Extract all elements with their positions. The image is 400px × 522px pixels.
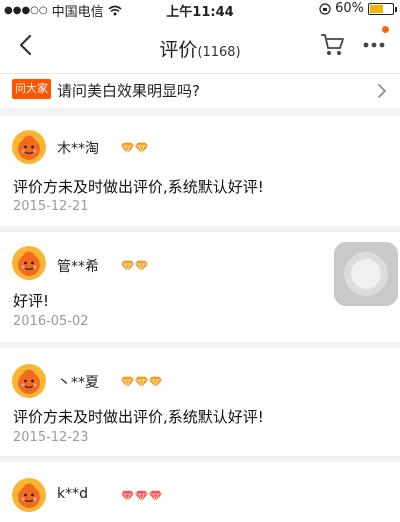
battery-fill [370, 4, 384, 13]
diamond-icon [135, 260, 148, 271]
review-item[interactable]: 木**淘评价方未及时做出评价,系统默认好评! 2015-12-21 [0, 116, 400, 226]
avatar[interactable] [12, 246, 46, 280]
review-item[interactable]: 丶**夏评价方未及时做出评价,系统默认好评! 2015-12-23 [0, 348, 400, 456]
reviewer-level-badges [121, 260, 148, 271]
avatar[interactable] [12, 130, 46, 164]
nav-bar: 评价(1168) [0, 18, 400, 74]
review-content: 好评! [13, 292, 50, 310]
ask-everyone-bar[interactable]: 问大家 请问美白效果明显吗? [0, 74, 400, 108]
avatar[interactable] [12, 364, 46, 398]
diamond-icon [121, 376, 134, 387]
reviewer-level-badges [121, 376, 162, 387]
reviewer-level-badges [121, 490, 162, 501]
diamond-icon [135, 142, 148, 153]
review-date: 2015-12-21 [13, 199, 89, 214]
review-content: 评价方未及时做出评价,系统默认好评! [13, 408, 264, 426]
battery-icon [368, 2, 397, 15]
ask-everyone-tag: 问大家 [12, 79, 51, 99]
page-title-text: 评价 [159, 39, 198, 61]
diamond-icon [135, 376, 148, 387]
reviewer-nickname: 木**淘 [57, 141, 99, 157]
avatar[interactable] [12, 478, 46, 512]
review-content: 评价方未及时做出评价,系统默认好评! [13, 178, 264, 196]
orientation-lock-icon [319, 2, 331, 15]
diamond-icon [135, 490, 148, 501]
notification-dot [382, 26, 389, 33]
diamond-icon [149, 376, 162, 387]
reviewer-level-badges [121, 142, 148, 153]
reviewer-nickname: 管**希 [57, 259, 99, 275]
review-item[interactable]: k**d [0, 462, 400, 522]
diamond-icon [121, 490, 134, 501]
cart-icon[interactable] [318, 30, 346, 58]
review-date: 2016-05-02 [13, 314, 89, 329]
diamond-icon [121, 260, 134, 271]
assistive-touch-button[interactable] [334, 242, 398, 306]
ask-everyone-question: 请问美白效果明显吗? [57, 82, 200, 100]
review-date: 2015-12-23 [13, 430, 89, 445]
battery-percent: 60% [335, 1, 364, 16]
review-count: (1168) [197, 45, 241, 60]
more-icon[interactable] [360, 30, 388, 58]
reviewer-nickname: k**d [57, 486, 88, 502]
status-bar: ●●●○○ 中国电信 上午11:44 60% [0, 0, 400, 20]
chevron-right-icon [378, 84, 387, 98]
diamond-icon [149, 490, 162, 501]
diamond-icon [121, 142, 134, 153]
reviewer-nickname: 丶**夏 [57, 375, 99, 391]
